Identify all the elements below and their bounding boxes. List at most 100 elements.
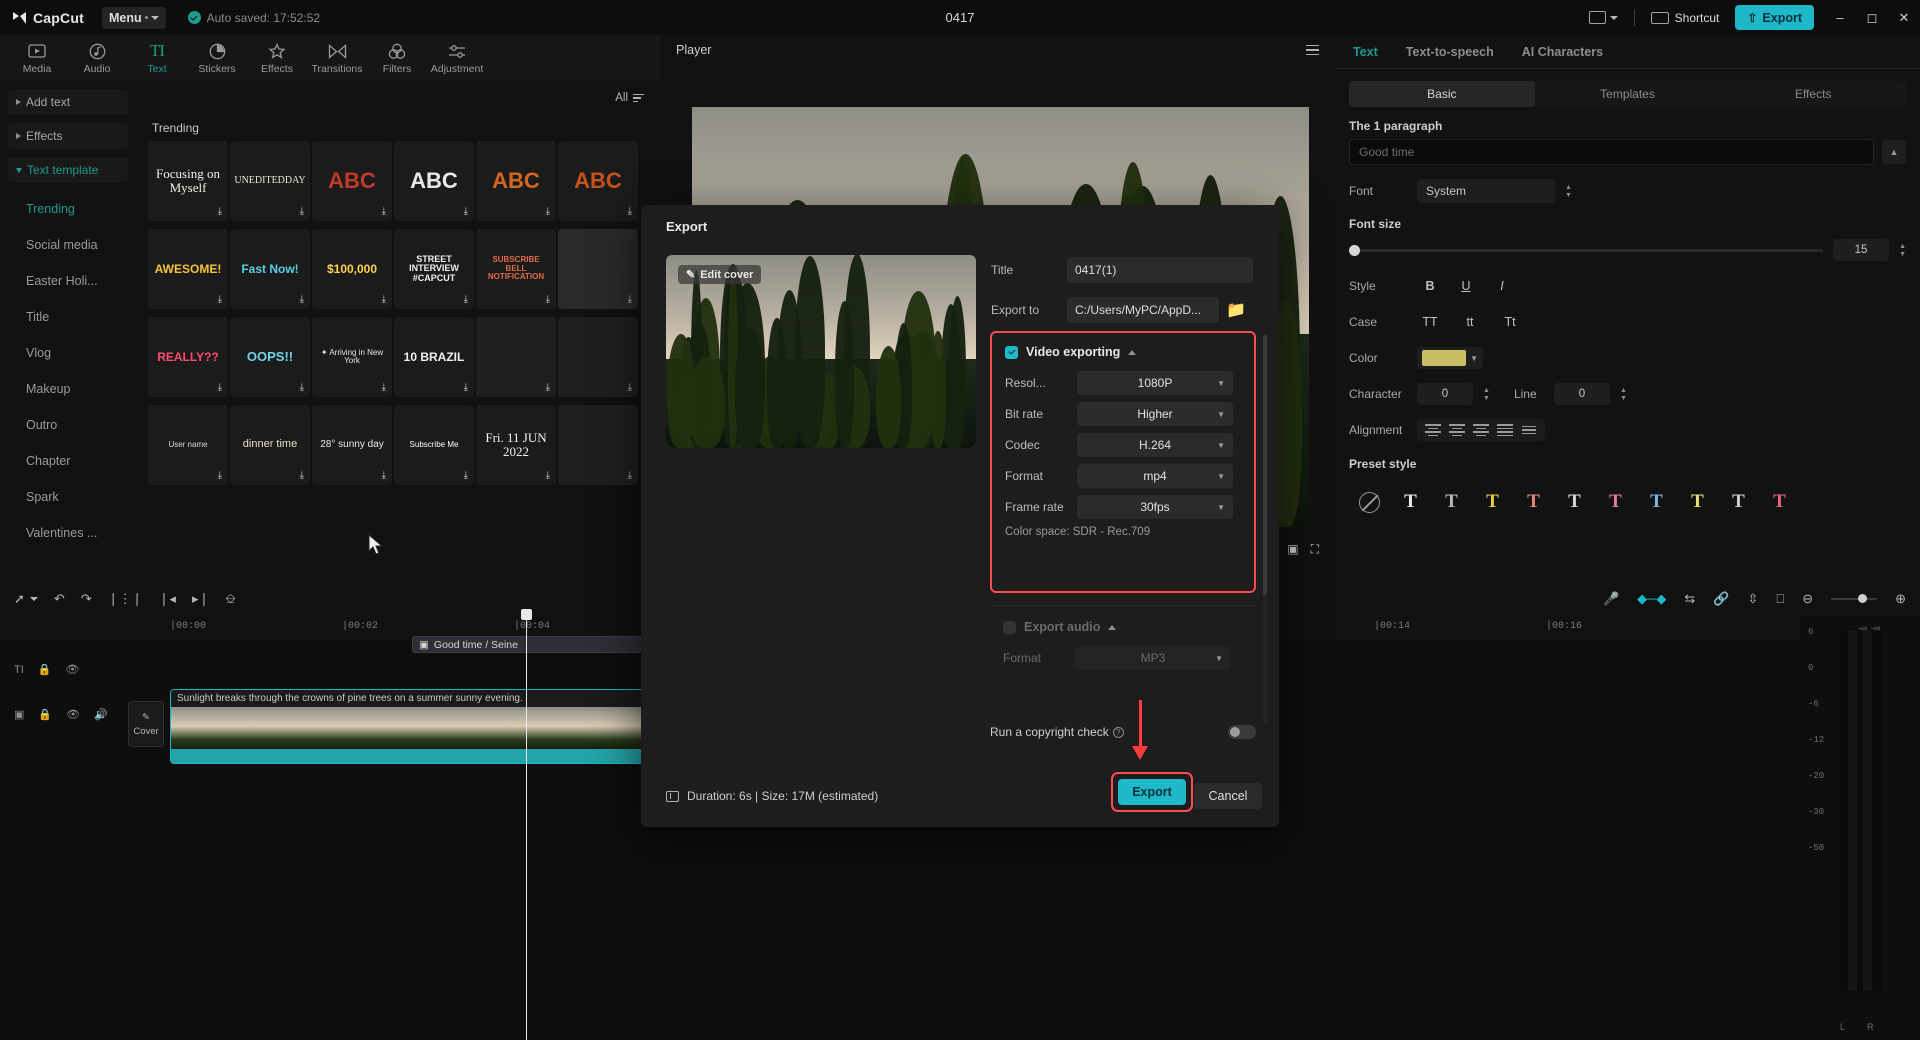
sidebar-item-spark[interactable]: Spark — [0, 479, 136, 515]
export-audio-checkbox[interactable] — [1003, 621, 1016, 634]
close-button[interactable]: ✕ — [1888, 0, 1920, 35]
preset-style-3[interactable]: T — [1472, 485, 1513, 519]
keyframe-icon[interactable]: ◆─◆ — [1637, 591, 1666, 607]
preset-style-6[interactable]: T — [1595, 485, 1636, 519]
color-picker[interactable]: ▼ — [1417, 347, 1483, 369]
download-icon[interactable]: ⤓ — [300, 382, 304, 393]
playhead[interactable] — [526, 617, 527, 1040]
caption-icon[interactable]: ⎕ — [1776, 591, 1784, 607]
crop-icon[interactable]: ⎒ — [225, 591, 235, 607]
download-icon[interactable]: ⤓ — [382, 294, 386, 305]
font-size-value[interactable]: 15 — [1833, 239, 1889, 261]
underline-button[interactable]: U — [1453, 275, 1479, 297]
mic-icon[interactable]: 🎤 — [1603, 591, 1619, 607]
dialog-scrollbar[interactable] — [1263, 335, 1267, 595]
link-icon[interactable]: 🔗 — [1713, 591, 1729, 607]
download-icon[interactable]: ⤓ — [300, 470, 304, 481]
align-left-icon[interactable] — [1421, 424, 1445, 436]
download-icon[interactable]: ⤓ — [300, 206, 304, 217]
sidebar-item-social-media[interactable]: Social media — [0, 227, 136, 263]
zoom-in-icon[interactable]: ⊕ — [1895, 591, 1906, 607]
tab-text[interactable]: Text — [1353, 45, 1378, 59]
lock-icon[interactable]: 🔒 — [38, 663, 52, 676]
download-icon[interactable]: ⤓ — [628, 206, 632, 217]
minimize-button[interactable]: – — [1824, 0, 1856, 35]
template-cell[interactable]: User name⤓ — [148, 405, 228, 485]
maximize-button[interactable]: ◻ — [1856, 0, 1888, 35]
fullscreen-icon[interactable]: ⛶ — [1311, 542, 1319, 557]
select-arrow-icon[interactable]: ➚ — [14, 591, 38, 607]
bold-button[interactable]: B — [1417, 275, 1443, 297]
download-icon[interactable]: ⤓ — [464, 206, 468, 217]
tool-tab-transitions[interactable]: Transitions — [308, 41, 366, 75]
filter-all-button[interactable]: All — [615, 92, 644, 104]
download-icon[interactable]: ⤓ — [464, 294, 468, 305]
trim-left-icon[interactable]: ❘◂ — [159, 591, 176, 607]
tab-ai-characters[interactable]: AI Characters — [1522, 45, 1603, 59]
eye-icon[interactable]: 👁 — [65, 663, 79, 676]
tool-tab-filters[interactable]: Filters — [368, 41, 426, 75]
video-clip[interactable]: Sunlight breaks through the crowns of pi… — [170, 689, 702, 764]
download-icon[interactable]: ⤓ — [464, 382, 468, 393]
split-icon[interactable]: ❘⋮❘ — [108, 591, 143, 607]
codec-select[interactable]: H.264 ▼ — [1077, 433, 1233, 457]
redo-icon[interactable]: ↷ — [81, 591, 92, 607]
segment-templates[interactable]: Templates — [1535, 81, 1721, 107]
download-icon[interactable]: ⤓ — [464, 470, 468, 481]
template-cell[interactable]: UNEDITEDDAY⤓ — [230, 141, 310, 221]
download-icon[interactable]: ⤓ — [546, 470, 550, 481]
sidebar-item-vlog[interactable]: Vlog — [0, 335, 136, 371]
download-icon[interactable]: ⤓ — [628, 470, 632, 481]
preset-style-2[interactable]: T — [1431, 485, 1472, 519]
download-icon[interactable]: ⤓ — [218, 382, 222, 393]
sidebar-item-trending[interactable]: Trending — [0, 191, 136, 227]
menu-button[interactable]: Menu — [102, 7, 166, 29]
font-size-slider[interactable] — [1349, 249, 1823, 252]
undo-icon[interactable]: ↶ — [54, 591, 65, 607]
crop-icon[interactable]: ▣ — [1287, 542, 1298, 556]
line-spacing-value[interactable]: 0 — [1554, 383, 1610, 405]
download-icon[interactable]: ⤓ — [546, 382, 550, 393]
chevron-up-icon[interactable] — [1108, 625, 1116, 630]
template-cell[interactable]: Fast Now!⤓ — [230, 229, 310, 309]
download-icon[interactable]: ⤓ — [218, 294, 222, 305]
template-cell[interactable]: 10 BRAZIL⤓ — [394, 317, 474, 397]
download-icon[interactable]: ⤓ — [382, 206, 386, 217]
sidebar-item-outro[interactable]: Outro — [0, 407, 136, 443]
sidebar-item-makeup[interactable]: Makeup — [0, 371, 136, 407]
titlecase-button[interactable]: Tt — [1497, 311, 1523, 333]
template-cell[interactable]: Fri. 11 JUN 2022⤓ — [476, 405, 556, 485]
segment-effects[interactable]: Effects — [1720, 81, 1906, 107]
template-cell[interactable]: REALLY??⤓ — [148, 317, 228, 397]
download-icon[interactable]: ⤓ — [382, 382, 386, 393]
nav-group-effects[interactable]: Effects — [8, 123, 128, 149]
mirror-icon[interactable]: ⇆ — [1684, 591, 1695, 607]
resolution-select[interactable]: 1080P ▼ — [1077, 371, 1233, 395]
sidebar-item-easter-holiday[interactable]: Easter Holi... — [0, 263, 136, 299]
template-cell[interactable]: dinner time⤓ — [230, 405, 310, 485]
timeline-zoom-slider[interactable] — [1831, 598, 1877, 601]
export-button-titlebar[interactable]: ⇧ Export — [1735, 5, 1814, 30]
tool-tab-media[interactable]: Media — [8, 41, 66, 75]
question-icon[interactable]: ? — [1113, 727, 1124, 738]
lowercase-button[interactable]: tt — [1457, 311, 1483, 333]
tool-tab-text[interactable]: TI Text — [128, 41, 186, 75]
slider-handle[interactable] — [1349, 245, 1360, 256]
download-icon[interactable]: ⤓ — [218, 470, 222, 481]
tool-tab-adjustment[interactable]: Adjustment — [428, 41, 486, 75]
chevron-up-icon[interactable] — [1128, 350, 1136, 355]
zoom-out-icon[interactable]: ⊖ — [1802, 591, 1813, 607]
download-icon[interactable]: ⤓ — [300, 294, 304, 305]
edit-cover-button[interactable]: ✎ Edit cover — [678, 265, 761, 284]
stepper-icon[interactable]: ▲▼ — [1899, 243, 1906, 258]
template-cell[interactable]: STREET INTERVIEW #CAPCUT⤓ — [394, 229, 474, 309]
nav-group-add-text[interactable]: Add text — [8, 89, 128, 115]
template-cell[interactable]: Focusing on Myself⤓ — [148, 141, 228, 221]
sidebar-item-valentines[interactable]: Valentines ... — [0, 515, 136, 551]
preset-style-1[interactable]: T — [1390, 485, 1431, 519]
segment-basic[interactable]: Basic — [1349, 81, 1535, 107]
preset-style-5[interactable]: T — [1554, 485, 1595, 519]
tool-tab-audio[interactable]: Audio — [68, 41, 126, 75]
preset-style-4[interactable]: T — [1513, 485, 1554, 519]
template-cell[interactable]: AWESOME!⤓ — [148, 229, 228, 309]
